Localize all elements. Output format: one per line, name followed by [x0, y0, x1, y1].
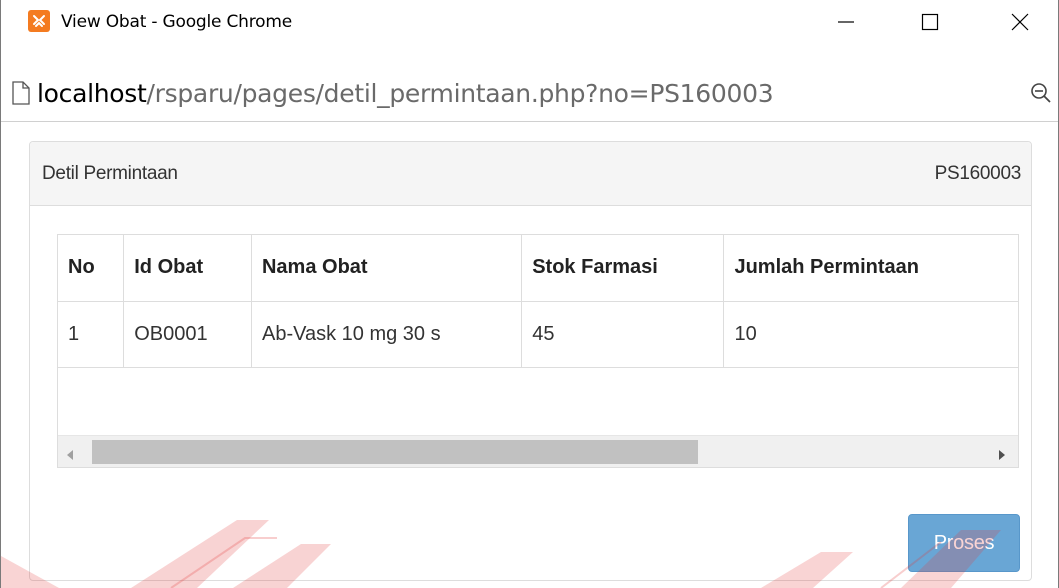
- column-header-jumlah-permintaan: Jumlah Permintaan: [723, 235, 1018, 302]
- xampp-app-icon: [28, 10, 50, 32]
- cell-id-obat: OB0001: [123, 301, 252, 368]
- panel-title: Detil Permintaan: [42, 163, 178, 184]
- window-title: View Obat - Google Chrome: [61, 12, 292, 32]
- detail-panel: Detil Permintaan PS160003 No Id Obat Nam…: [29, 141, 1032, 581]
- page-icon: [11, 80, 31, 111]
- table-row: 1 OB0001 Ab-Vask 10 mg 30 s 45 10: [58, 301, 1018, 368]
- url-host: localhost: [37, 79, 147, 108]
- request-table: No Id Obat Nama Obat Stok Farmasi Jumlah…: [58, 235, 1018, 368]
- close-icon[interactable]: [997, 0, 1043, 44]
- scrollbar-thumb[interactable]: [92, 440, 698, 464]
- minimize-icon[interactable]: [823, 0, 869, 44]
- column-header-id-obat: Id Obat: [123, 235, 252, 302]
- proses-button[interactable]: Proses: [908, 514, 1020, 572]
- horizontal-scrollbar[interactable]: [58, 435, 1018, 467]
- maximize-icon[interactable]: [907, 0, 953, 44]
- zoom-icon[interactable]: [1030, 82, 1052, 109]
- table-scroll-container[interactable]: No Id Obat Nama Obat Stok Farmasi Jumlah…: [57, 234, 1019, 468]
- page-content: Detil Permintaan PS160003 No Id Obat Nam…: [1, 122, 1058, 588]
- request-number: PS160003: [934, 163, 1022, 184]
- scroll-right-arrow-icon[interactable]: [998, 447, 1006, 465]
- address-bar[interactable]: localhost/rsparu/pages/detil_permintaan.…: [1, 69, 1058, 121]
- title-bar[interactable]: View Obat - Google Chrome: [1, 0, 1058, 44]
- url-text[interactable]: localhost/rsparu/pages/detil_permintaan.…: [37, 79, 774, 108]
- browser-popup-window: View Obat - Google Chrome localhost/rspa…: [0, 0, 1059, 588]
- cell-nama-obat: Ab-Vask 10 mg 30 s: [251, 301, 523, 368]
- column-header-nama-obat: Nama Obat: [251, 235, 523, 302]
- cell-no: 1: [58, 301, 125, 368]
- table-header-row: No Id Obat Nama Obat Stok Farmasi Jumlah…: [58, 235, 1018, 302]
- column-header-no: No: [58, 235, 125, 302]
- scroll-left-arrow-icon[interactable]: [66, 447, 74, 465]
- cell-jumlah-permintaan: 10: [723, 301, 1018, 368]
- cell-stok-farmasi: 45: [521, 301, 725, 368]
- url-path: /rsparu/pages/detil_permintaan.php?no=PS…: [146, 79, 774, 108]
- panel-heading: Detil Permintaan PS160003: [30, 142, 1031, 206]
- column-header-stok-farmasi: Stok Farmasi: [521, 235, 725, 302]
